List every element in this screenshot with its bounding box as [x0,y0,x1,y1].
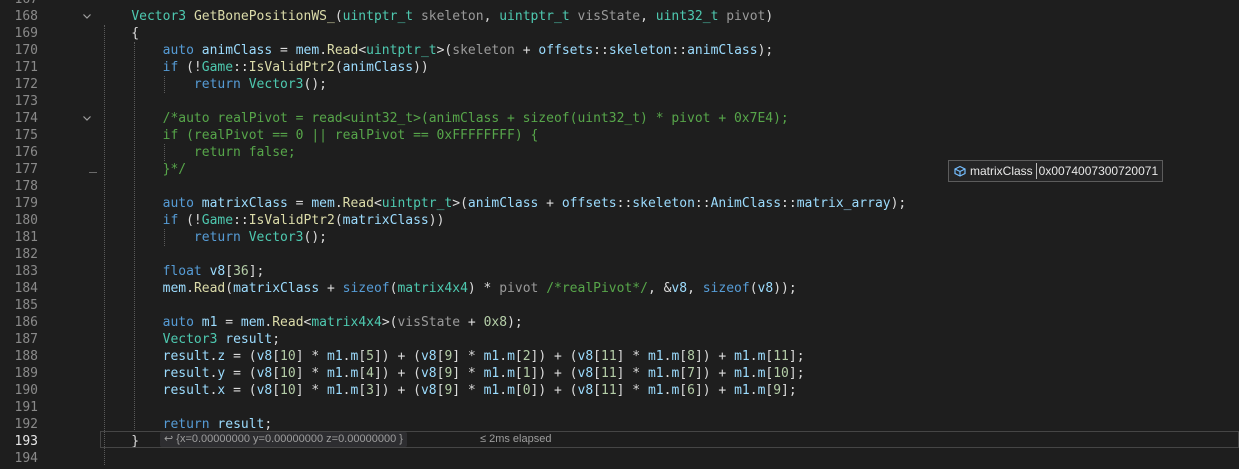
datatip-name: matrixClass [970,164,1033,178]
elapsed-time-hint[interactable]: ≤ 2ms elapsed [480,432,551,447]
code-line[interactable]: 170 auto animClass = mem.Read<uintptr_t>… [0,42,1239,59]
line-number: 187 [14,332,38,347]
code-line[interactable]: 180 if (!Game::IsValidPtr2(matrixClass)) [0,212,1239,229]
code-line[interactable]: 173 [0,93,1239,110]
line-number: 176 [14,145,38,160]
line-number: 191 [14,400,38,415]
code-text: if (!Game::IsValidPtr2(animClass)) [162,60,429,75]
line-number: 169 [14,26,38,41]
inline-return-value[interactable]: ↩ {x=0.00000000 y=0.00000000 z=0.0000000… [160,432,407,447]
indent-guide [134,42,135,430]
code-line[interactable]: 172 return Vector3(); [0,76,1239,93]
indent-guide [104,25,105,465]
code-text: return false; [193,145,296,160]
code-text: Vector3 result; [162,332,281,347]
datatip[interactable]: matrixClass 0x0074007300720071 [948,160,1164,182]
fold-end-marker [89,172,97,173]
line-number: 186 [14,315,38,330]
code-text: /*auto realPivot = read<uint32_t>(animCl… [162,111,789,126]
code-text: if (!Game::IsValidPtr2(matrixClass)) [162,213,445,228]
code-text: if (realPivot == 0 || realPivot == 0xFFF… [162,128,539,143]
line-number: 192 [14,417,38,432]
line-number: 185 [14,298,38,313]
line-number: 177 [14,162,38,177]
code-line[interactable]: 189 result.y = (v8[10] * m1.m[4]) + (v8[… [0,365,1239,382]
line-number: 175 [14,128,38,143]
line-number: 174 [14,111,38,126]
code-line[interactable]: 183 float v8[36]; [0,263,1239,280]
code-line[interactable]: 184 mem.Read(matrixClass + sizeof(matrix… [0,280,1239,297]
code-line[interactable]: 191 [0,399,1239,416]
return-arrow-icon: ↩ [164,433,174,445]
line-number: 178 [14,179,38,194]
indent-guide [164,76,165,93]
code-line[interactable]: 186 auto m1 = mem.Read<matrix4x4>(visSta… [0,314,1239,331]
line-number: 167 [0,0,38,8]
line-number: 182 [14,247,38,262]
return-value-text: {x=0.00000000 y=0.00000000 z=0.00000000 … [176,433,403,445]
code-text: { [100,26,140,41]
datatip-value[interactable]: 0x0074007300720071 [1037,164,1162,178]
line-number: 172 [14,77,38,92]
code-line[interactable]: 176 return false; [0,144,1239,161]
code-line[interactable]: 175 if (realPivot == 0 || realPivot == 0… [0,127,1239,144]
indent-guide [164,144,165,161]
code-line[interactable]: 169 { [0,25,1239,42]
code-line[interactable]: 179 auto matrixClass = mem.Read<uintptr_… [0,195,1239,212]
line-number: 181 [14,230,38,245]
code-line[interactable]: 188 result.z = (v8[10] * m1.m[5]) + (v8[… [0,348,1239,365]
line-number: 170 [14,43,38,58]
code-text: float v8[36]; [162,264,265,279]
line-number: 173 [14,94,38,109]
line-number: 183 [14,264,38,279]
code-text: auto m1 = mem.Read<matrix4x4>(visState +… [162,315,523,330]
code-text: auto animClass = mem.Read<uintptr_t>(ske… [162,43,774,58]
line-number: 179 [14,196,38,211]
line-number: 193 [14,434,38,449]
code-line[interactable]: 190 result.x = (v8[10] * m1.m[3]) + (v8[… [0,382,1239,399]
variable-icon [954,165,966,177]
line-number: 184 [14,281,38,296]
code-line[interactable]: 185 [0,297,1239,314]
code-line[interactable]: 187 Vector3 result; [0,331,1239,348]
line-number: 194 [14,451,38,466]
code-text: auto matrixClass = mem.Read<uintptr_t>(a… [162,196,907,211]
code-text: result.z = (v8[10] * m1.m[5]) + (v8[9] *… [162,349,805,364]
code-line[interactable]: 171 if (!Game::IsValidPtr2(animClass)) [0,59,1239,76]
code-line[interactable]: 167 [0,0,1239,8]
code-text: result.x = (v8[10] * m1.m[3]) + (v8[9] *… [162,383,797,398]
code-text: mem.Read(matrixClass + sizeof(matrix4x4)… [162,281,797,296]
code-editor[interactable]: 167168 Vector3 GetBonePositionWS_(uintpt… [0,0,1239,467]
code-line[interactable]: 168 Vector3 GetBonePositionWS_(uintptr_t… [0,8,1239,25]
code-line[interactable]: 194 [0,450,1239,467]
line-number: 180 [14,213,38,228]
line-number: 168 [14,9,38,24]
code-line[interactable]: 182 [0,246,1239,263]
line-number: 189 [14,366,38,381]
line-number: 188 [14,349,38,364]
code-text: }*/ [162,162,187,177]
indent-guide [164,229,165,246]
line-number: 171 [14,60,38,75]
code-line[interactable]: 181 return Vector3(); [0,229,1239,246]
code-line[interactable]: 174 /*auto realPivot = read<uint32_t>(an… [0,110,1239,127]
code-text: result.y = (v8[10] * m1.m[4]) + (v8[9] *… [162,366,805,381]
code-text: Vector3 GetBonePositionWS_(uintptr_t ske… [131,9,774,24]
line-number: 190 [14,383,38,398]
